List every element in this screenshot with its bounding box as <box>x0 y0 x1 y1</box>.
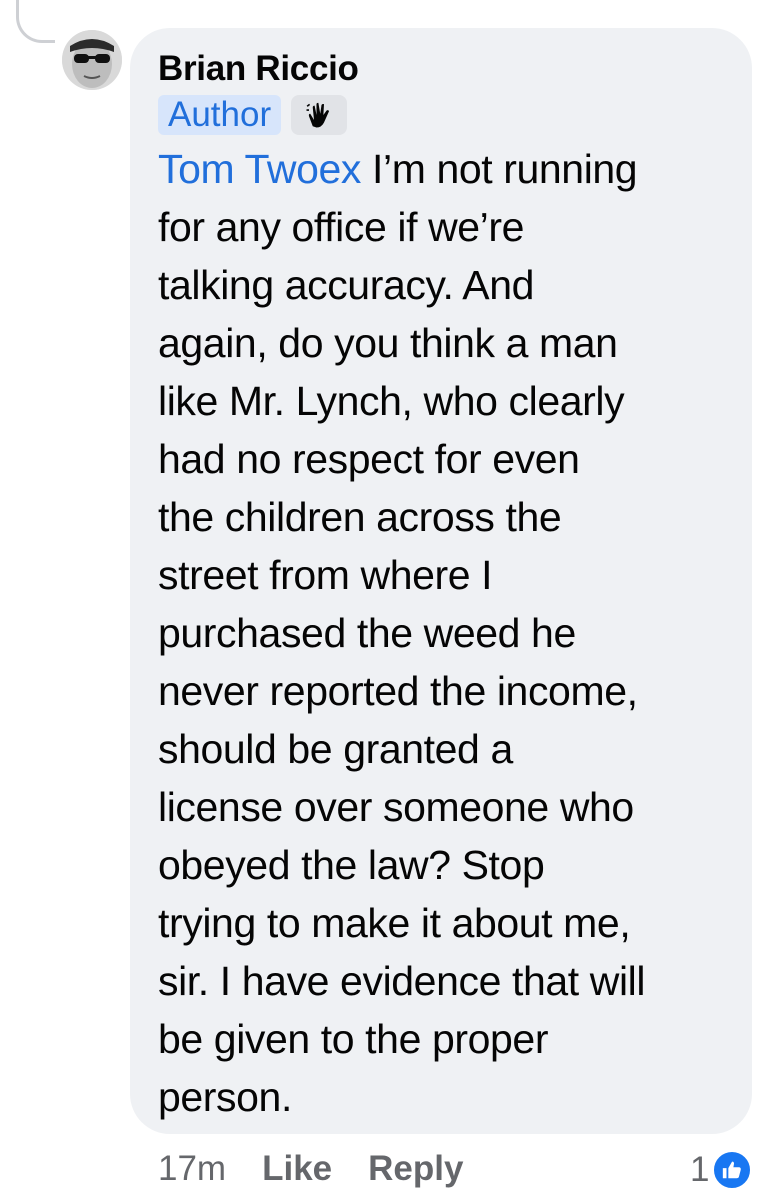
comment-actions: 17m Like Reply <box>158 1144 463 1194</box>
author-badge: Author <box>158 95 282 135</box>
comment-bubble: Brian Riccio Author Tom Twoex I’m not ru… <box>130 28 752 1134</box>
avatar[interactable] <box>62 30 122 90</box>
reaction-summary[interactable]: 1 <box>690 1146 754 1194</box>
thumbs-up-icon <box>711 1149 754 1191</box>
like-button[interactable]: Like <box>262 1149 332 1189</box>
badge-row: Author <box>158 94 726 136</box>
waving-hand-icon <box>291 95 348 135</box>
thread-connector-line <box>16 0 55 43</box>
mention-link[interactable]: Tom Twoex <box>158 146 361 192</box>
timestamp[interactable]: 17m <box>158 1149 226 1189</box>
comment-text: Tom Twoex I’m not running for any office… <box>158 140 726 1126</box>
reply-button[interactable]: Reply <box>368 1149 463 1189</box>
comment-body-text: I’m not running for any office if we’re … <box>158 146 646 1120</box>
profile-photo <box>62 30 122 90</box>
reaction-count: 1 <box>690 1150 710 1189</box>
author-name[interactable]: Brian Riccio <box>158 48 726 90</box>
